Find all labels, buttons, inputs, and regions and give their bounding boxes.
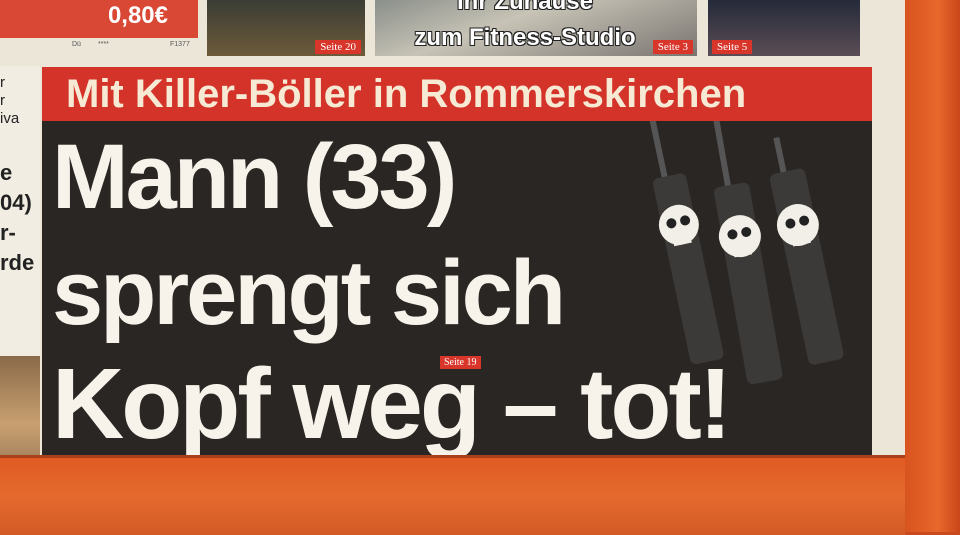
skull-firecrackers-illustration xyxy=(642,121,872,456)
teaser-page-tag: Seite 3 xyxy=(652,40,693,54)
teaser-title-line2: zum Fitness-Studio xyxy=(414,24,636,51)
headline-line3: Kopf weg – tot! xyxy=(52,348,732,456)
display-box-frame-right xyxy=(905,0,960,532)
headline-line2: sprengt sich xyxy=(52,242,566,344)
story-rubric: Mit Killer-Böller in Rommerskirchen xyxy=(42,67,872,121)
left-column-cropped: r r iva e 04) r- rde xyxy=(0,66,40,456)
display-box-frame-bottom xyxy=(0,455,905,535)
left-fragment: r xyxy=(0,92,5,109)
edition-code: Dü xyxy=(72,41,81,48)
edition-stars: **** xyxy=(98,41,109,48)
left-fragment: iva xyxy=(0,110,20,127)
price-label: 0,80€ xyxy=(107,2,168,29)
left-fragment: 04) xyxy=(0,190,32,215)
left-fragment: r- xyxy=(0,220,16,245)
newspaper-page: 0,80€ Dü **** F1377 Seite 20 Ihr Zuhause… xyxy=(0,0,910,458)
left-fragment: e xyxy=(0,160,13,185)
teaser-photo-3: Seite 5 xyxy=(708,0,860,56)
left-fragment: r xyxy=(0,74,5,91)
left-fragment: rde xyxy=(0,250,35,275)
main-story: Mann (33) sprengt sich Seite 19 Kopf weg… xyxy=(42,121,872,456)
firecracker-icon xyxy=(647,121,844,385)
headline-line1: Mann (33) xyxy=(52,126,457,228)
price-box: 0,80€ xyxy=(0,0,198,38)
teaser-page-tag: Seite 5 xyxy=(712,40,753,54)
teaser-fitness: Ihr Zuhause zum Fitness-Studio Seite 3 xyxy=(375,0,697,56)
teaser-title-line1: Ihr Zuhause xyxy=(456,0,594,15)
barcode-number: F1377 xyxy=(170,41,190,48)
teaser-page-tag: Seite 20 xyxy=(315,40,361,54)
left-photo xyxy=(0,356,40,456)
teaser-photo-1: Seite 20 xyxy=(207,0,365,56)
